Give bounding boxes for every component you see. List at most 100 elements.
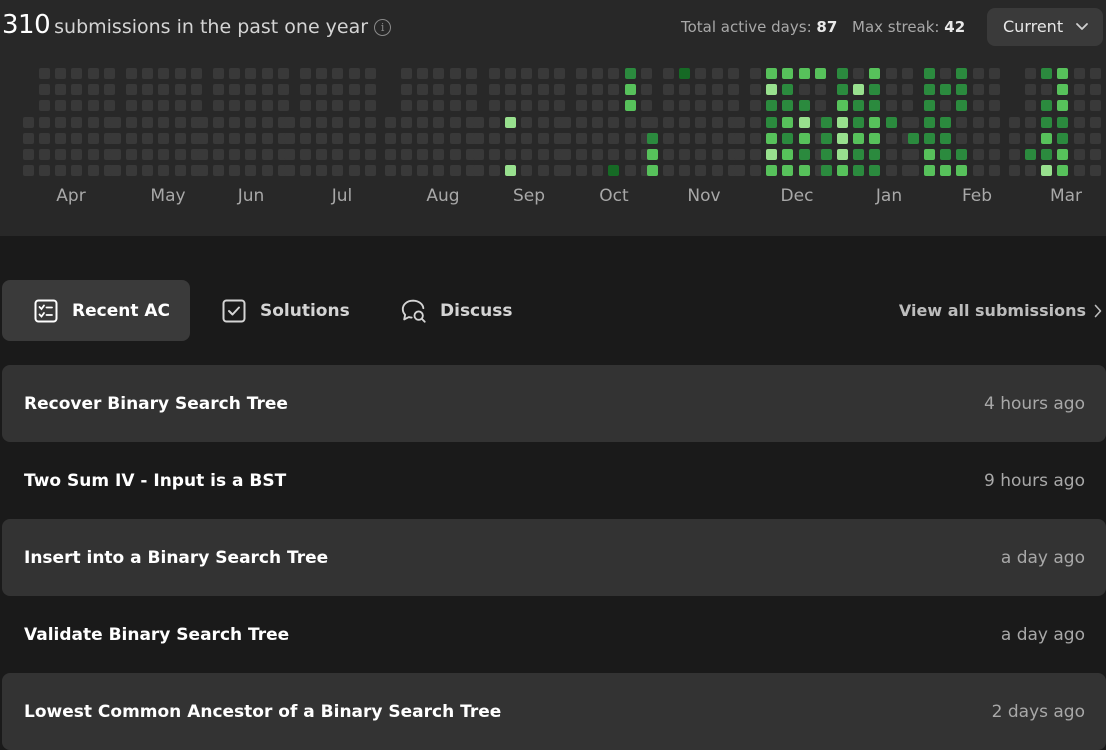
heatmap-cell[interactable] <box>956 68 968 79</box>
heatmap-cell[interactable] <box>384 165 396 177</box>
heatmap-cell[interactable] <box>750 84 761 96</box>
heatmap-cell[interactable] <box>559 132 571 144</box>
heatmap-cell[interactable] <box>646 149 658 160</box>
heatmap-cell[interactable] <box>126 84 137 96</box>
heatmap-cell[interactable] <box>608 132 620 144</box>
heatmap-cell[interactable] <box>55 68 67 79</box>
heatmap-cell[interactable] <box>245 116 257 128</box>
heatmap-cell[interactable] <box>1089 149 1101 160</box>
heatmap-cell[interactable] <box>608 149 620 160</box>
heatmap-cell[interactable] <box>1057 132 1069 144</box>
heatmap-cell[interactable] <box>1025 165 1036 177</box>
heatmap-cell[interactable] <box>907 149 919 160</box>
heatmap-cell[interactable] <box>71 149 83 160</box>
heatmap-cell[interactable] <box>190 68 202 79</box>
heatmap-cell[interactable] <box>1025 149 1036 160</box>
heatmap-cell[interactable] <box>837 149 848 160</box>
heatmap-cell[interactable] <box>711 132 723 144</box>
heatmap-cell[interactable] <box>837 84 848 96</box>
heatmap-cell[interactable] <box>733 165 745 177</box>
heatmap-cell[interactable] <box>316 149 328 160</box>
heatmap-cell[interactable] <box>1041 132 1053 144</box>
heatmap-cell[interactable] <box>229 132 241 144</box>
heatmap-cell[interactable] <box>55 84 67 96</box>
heatmap-cell[interactable] <box>695 84 707 96</box>
heatmap-cell[interactable] <box>300 132 311 144</box>
period-dropdown[interactable]: Current <box>987 8 1103 46</box>
heatmap-cell[interactable] <box>608 165 620 177</box>
heatmap-cell[interactable] <box>261 132 273 144</box>
heatmap-cell[interactable] <box>592 165 604 177</box>
heatmap-cell[interactable] <box>608 100 620 112</box>
heatmap-cell[interactable] <box>695 132 707 144</box>
heatmap-cell[interactable] <box>213 149 224 160</box>
heatmap-cell[interactable] <box>103 68 115 79</box>
heatmap-cell[interactable] <box>553 100 565 112</box>
heatmap-cell[interactable] <box>417 116 429 128</box>
heatmap-cell[interactable] <box>972 84 984 96</box>
heatmap-cell[interactable] <box>624 165 636 177</box>
heatmap-cell[interactable] <box>837 132 848 144</box>
heatmap-cell[interactable] <box>537 149 549 160</box>
heatmap-cell[interactable] <box>39 116 50 128</box>
heatmap-cell[interactable] <box>869 100 881 112</box>
heatmap-cell[interactable] <box>126 68 137 79</box>
heatmap-cell[interactable] <box>853 149 865 160</box>
heatmap-cell[interactable] <box>401 116 412 128</box>
info-icon[interactable]: i <box>374 19 392 36</box>
heatmap-cell[interactable] <box>316 100 328 112</box>
heatmap-cell[interactable] <box>277 100 289 112</box>
heatmap-cell[interactable] <box>907 165 919 177</box>
heatmap-cell[interactable] <box>646 132 658 144</box>
heatmap-cell[interactable] <box>229 68 241 79</box>
heatmap-cell[interactable] <box>624 132 636 144</box>
heatmap-cell[interactable] <box>71 100 83 112</box>
heatmap-cell[interactable] <box>869 165 881 177</box>
heatmap-cell[interactable] <box>940 84 952 96</box>
heatmap-cell[interactable] <box>229 116 241 128</box>
heatmap-cell[interactable] <box>1089 132 1101 144</box>
heatmap-cell[interactable] <box>988 100 1000 112</box>
heatmap-cell[interactable] <box>433 132 445 144</box>
heatmap-cell[interactable] <box>679 165 691 177</box>
heatmap-cell[interactable] <box>417 165 429 177</box>
heatmap-cell[interactable] <box>646 116 658 128</box>
heatmap-cell[interactable] <box>640 100 652 112</box>
heatmap-cell[interactable] <box>142 116 154 128</box>
heatmap-cell[interactable] <box>814 68 826 79</box>
heatmap-cell[interactable] <box>592 68 604 79</box>
heatmap-cell[interactable] <box>624 116 636 128</box>
heatmap-cell[interactable] <box>417 68 429 79</box>
heatmap-cell[interactable] <box>727 68 739 79</box>
heatmap-cell[interactable] <box>782 149 794 160</box>
heatmap-cell[interactable] <box>1089 84 1101 96</box>
heatmap-cell[interactable] <box>465 100 477 112</box>
heatmap-cell[interactable] <box>109 116 121 128</box>
heatmap-cell[interactable] <box>229 84 241 96</box>
heatmap-cell[interactable] <box>537 116 549 128</box>
heatmap-cell[interactable] <box>924 116 935 128</box>
heatmap-cell[interactable] <box>1057 68 1069 79</box>
heatmap-cell[interactable] <box>300 149 311 160</box>
heatmap-cell[interactable] <box>417 149 429 160</box>
heatmap-cell[interactable] <box>885 149 897 160</box>
heatmap-cell[interactable] <box>537 165 549 177</box>
heatmap-cell[interactable] <box>988 116 1000 128</box>
heatmap-cell[interactable] <box>592 116 604 128</box>
heatmap-cell[interactable] <box>624 68 636 79</box>
heatmap-cell[interactable] <box>972 68 984 79</box>
heatmap-cell[interactable] <box>798 100 810 112</box>
heatmap-cell[interactable] <box>1057 149 1069 160</box>
heatmap-cell[interactable] <box>1041 149 1053 160</box>
heatmap-cell[interactable] <box>576 132 587 144</box>
heatmap-cell[interactable] <box>465 68 477 79</box>
heatmap-cell[interactable] <box>213 132 224 144</box>
heatmap-cell[interactable] <box>22 149 34 160</box>
heatmap-cell[interactable] <box>1089 100 1101 112</box>
heatmap-cell[interactable] <box>433 100 445 112</box>
heatmap-cell[interactable] <box>245 149 257 160</box>
heatmap-cell[interactable] <box>1073 100 1085 112</box>
heatmap-cell[interactable] <box>711 165 723 177</box>
heatmap-cell[interactable] <box>798 68 810 79</box>
tab-solutions[interactable]: Solutions <box>190 280 364 341</box>
